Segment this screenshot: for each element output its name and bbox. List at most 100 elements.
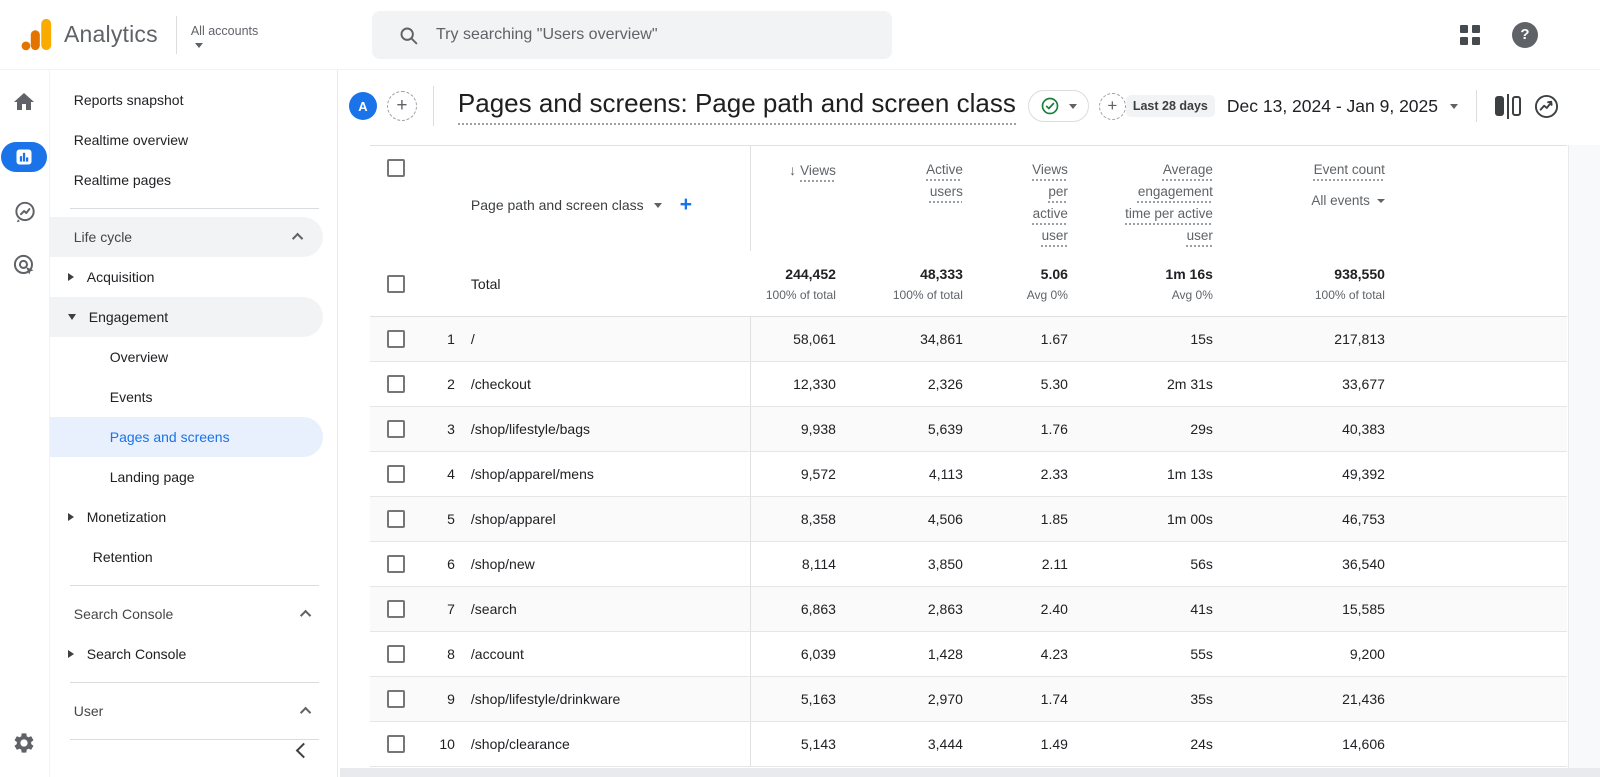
vertical-scrollbar[interactable]: [1568, 145, 1600, 768]
apps-grid-icon[interactable]: [1460, 25, 1480, 45]
table-row: 4/shop/apparel/mens9,5724,1132.331m 13s4…: [370, 452, 1567, 497]
help-icon[interactable]: ?: [1512, 22, 1538, 48]
total-label: Total: [471, 276, 750, 292]
report-header: A + Pages and screens: Page path and scr…: [338, 70, 1600, 142]
row-checkbox[interactable]: [387, 600, 405, 618]
property-avatar[interactable]: A: [349, 92, 377, 120]
page-path-cell[interactable]: /search: [471, 601, 750, 617]
chevron-down-icon[interactable]: [654, 203, 662, 208]
event-count-cell: 9,200: [1213, 632, 1385, 676]
collapse-sidebar-button[interactable]: [298, 743, 309, 759]
table-row: 5/shop/apparel8,3584,5061.851m 00s46,753: [370, 497, 1567, 542]
rail-item-reports[interactable]: [1, 142, 47, 172]
insights-icon[interactable]: [1533, 93, 1560, 120]
sidebar-item-label: Realtime pages: [74, 172, 171, 188]
row-number: 10: [426, 736, 471, 752]
event-filter-dropdown[interactable]: All events: [1213, 190, 1385, 212]
chevron-up-icon: [300, 610, 311, 621]
date-range-selector[interactable]: Dec 13, 2024 - Jan 9, 2025: [1227, 96, 1438, 117]
page-path-cell[interactable]: /shop/new: [471, 556, 750, 572]
account-selector[interactable]: All accounts: [191, 22, 258, 48]
dimension-header[interactable]: Page path and screen class: [471, 197, 644, 213]
table-row: 10/shop/clearance5,1433,4441.4924s14,606: [370, 722, 1567, 767]
active-users-cell: 3,444: [836, 722, 963, 766]
sidebar-item-search-console[interactable]: Search Console: [50, 634, 337, 674]
rail-item-advertising[interactable]: [12, 253, 37, 278]
triangle-right-icon: [68, 273, 74, 281]
views-cell: 9,938: [750, 407, 836, 451]
views-cell: 9,572: [750, 452, 836, 496]
column-header-event-count[interactable]: Event count All events: [1213, 146, 1385, 251]
sidebar-item-engagement[interactable]: Engagement: [50, 297, 323, 337]
analytics-logo[interactable]: Analytics: [0, 16, 158, 53]
row-checkbox[interactable]: [387, 375, 405, 393]
horizontal-scrollbar[interactable]: [340, 768, 1600, 777]
sidebar-item-pages-and-screens[interactable]: Pages and screens: [50, 417, 323, 457]
add-comparison-button[interactable]: +: [1099, 93, 1126, 120]
sidebar-item-label: Reports snapshot: [74, 92, 184, 108]
row-checkbox[interactable]: [387, 510, 405, 528]
event-count-cell: 14,606: [1213, 722, 1385, 766]
sidebar-item-retention[interactable]: Retention: [50, 537, 337, 577]
select-all-checkbox[interactable]: [387, 159, 405, 177]
sidebar-section-life-cycle[interactable]: Life cycle: [50, 217, 323, 257]
column-header-avg-engagement-time[interactable]: Average engagement time per active user: [1068, 146, 1213, 251]
sidebar-item-events[interactable]: Events: [50, 377, 337, 417]
add-report-button[interactable]: +: [387, 91, 417, 121]
sidebar-item-acquisition[interactable]: Acquisition: [50, 257, 337, 297]
column-header-views-per-active-user[interactable]: Views per active user: [963, 146, 1068, 251]
active-users-cell: 3,850: [836, 542, 963, 586]
rail-item-explore[interactable]: [12, 200, 37, 225]
total-row-checkbox[interactable]: [387, 275, 405, 293]
table-row: 9/shop/lifestyle/drinkware5,1632,9701.74…: [370, 677, 1567, 722]
sidebar-item-monetization[interactable]: Monetization: [50, 497, 337, 537]
search-bar[interactable]: [372, 11, 892, 59]
column-header-views[interactable]: ↓Views: [750, 146, 836, 251]
page-path-cell[interactable]: /checkout: [471, 376, 750, 392]
sidebar-item-label: Landing page: [110, 469, 195, 485]
row-number: 2: [426, 376, 471, 392]
report-status-pill[interactable]: [1028, 90, 1089, 122]
rail-item-home[interactable]: [12, 90, 36, 114]
section-label: Search Console: [74, 606, 174, 622]
sidebar-item-landing-page[interactable]: Landing page: [50, 457, 337, 497]
row-checkbox[interactable]: [387, 420, 405, 438]
search-input[interactable]: [436, 26, 836, 44]
active-users-cell: 2,326: [836, 362, 963, 406]
page-path-cell[interactable]: /shop/lifestyle/drinkware: [471, 691, 750, 707]
page-path-cell[interactable]: /account: [471, 646, 750, 662]
sidebar-item-overview[interactable]: Overview: [50, 337, 337, 377]
topbar-divider: [176, 16, 177, 54]
page-path-cell[interactable]: /shop/lifestyle/bags: [471, 421, 750, 437]
sidebar-divider: [70, 739, 319, 740]
gear-icon: [12, 731, 36, 755]
row-checkbox[interactable]: [387, 735, 405, 753]
page-title[interactable]: Pages and screens: Page path and screen …: [458, 88, 1016, 125]
page-path-cell[interactable]: /shop/apparel: [471, 511, 750, 527]
row-checkbox[interactable]: [387, 555, 405, 573]
sidebar-item-label: Search Console: [87, 646, 187, 662]
table-row: 6/shop/new8,1143,8502.1156s36,540: [370, 542, 1567, 587]
sidebar-item-label: Retention: [93, 549, 153, 565]
rail-item-admin[interactable]: [12, 731, 36, 755]
sidebar-section-user[interactable]: User: [50, 691, 337, 731]
edit-comparisons-icon[interactable]: [1495, 94, 1521, 119]
sidebar-section-search-console[interactable]: Search Console: [50, 594, 337, 634]
chevron-down-icon: [1069, 104, 1077, 109]
add-dimension-button[interactable]: +: [680, 196, 692, 214]
page-path-cell[interactable]: /: [471, 331, 750, 347]
sidebar-item-realtime-overview[interactable]: Realtime overview: [50, 120, 337, 160]
row-checkbox[interactable]: [387, 645, 405, 663]
column-header-active-users[interactable]: Active users: [836, 146, 963, 251]
row-number: 1: [426, 331, 471, 347]
active-users-cell: 34,861: [836, 317, 963, 361]
sidebar-item-reports-snapshot[interactable]: Reports snapshot: [50, 80, 337, 120]
sidebar-item-realtime-pages[interactable]: Realtime pages: [50, 160, 337, 200]
row-checkbox[interactable]: [387, 465, 405, 483]
chevron-down-icon[interactable]: [1450, 104, 1458, 109]
page-path-cell[interactable]: /shop/apparel/mens: [471, 466, 750, 482]
home-icon: [12, 90, 36, 114]
page-path-cell[interactable]: /shop/clearance: [471, 736, 750, 752]
row-checkbox[interactable]: [387, 330, 405, 348]
row-checkbox[interactable]: [387, 690, 405, 708]
